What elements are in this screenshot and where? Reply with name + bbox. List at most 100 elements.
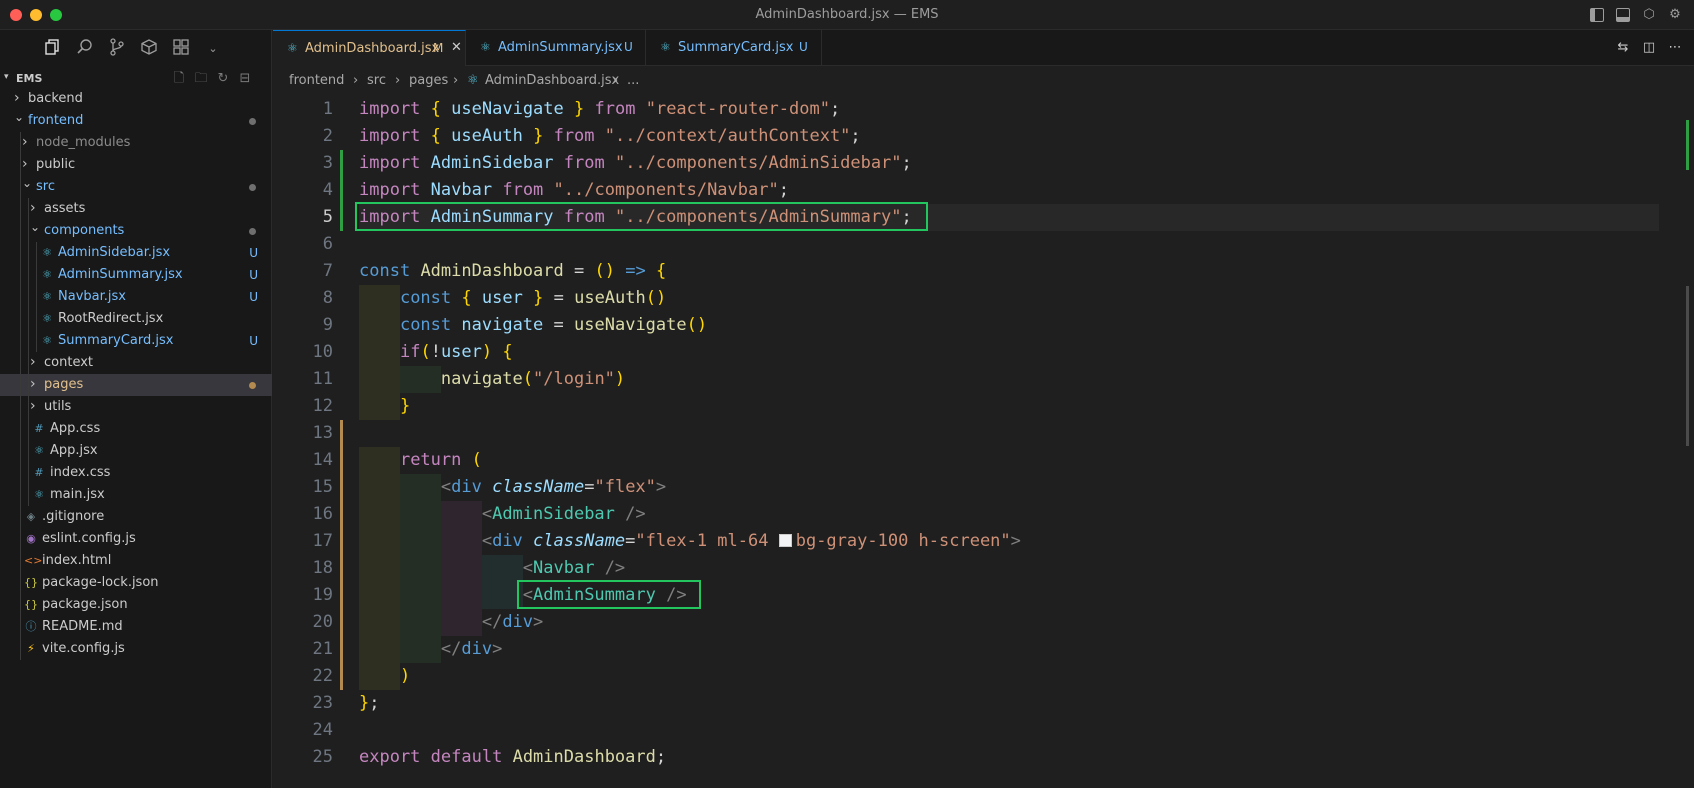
breadcrumb-item[interactable]: AdminDashboard.jsx bbox=[485, 73, 619, 88]
code-line[interactable]: import { useNavigate } from "react-route… bbox=[359, 96, 840, 123]
tree-file[interactable]: ⚛ RootRedirect.jsx bbox=[0, 308, 272, 330]
tree-folder[interactable]: › node_modules bbox=[0, 132, 272, 154]
explorer-root-header[interactable]: ▾ EMS 🗋 🗀 ↻ ⊟ bbox=[0, 68, 272, 90]
git-added-line-marker bbox=[340, 150, 343, 177]
editor-scrollbar[interactable] bbox=[1684, 96, 1694, 788]
breadcrumb-item[interactable]: src bbox=[367, 73, 386, 88]
source-control-icon[interactable] bbox=[106, 38, 128, 60]
tab-admindashboard[interactable]: ⚛ AdminDashboard.jsx M ✕ bbox=[273, 30, 466, 66]
line-number: 10 bbox=[312, 342, 333, 362]
cube-icon[interactable]: ⬡ bbox=[1642, 8, 1656, 22]
tree-file[interactable]: ⚛ main.jsx bbox=[0, 484, 272, 506]
breadcrumb-item[interactable]: pages bbox=[409, 73, 448, 88]
toggle-panel-icon[interactable] bbox=[1616, 8, 1630, 22]
breadcrumb: frontend › src › pages › ⚛ AdminDashboar… bbox=[273, 66, 1694, 96]
compare-changes-icon[interactable]: ⇆ bbox=[1615, 40, 1631, 56]
tree-folder[interactable]: ⌄ frontend bbox=[0, 110, 272, 132]
code-line[interactable]: } bbox=[359, 393, 410, 420]
breadcrumb-item[interactable]: frontend bbox=[289, 73, 344, 88]
collapse-all-icon[interactable]: ⊟ bbox=[236, 70, 254, 88]
tree-folder[interactable]: › pages bbox=[0, 374, 272, 396]
code-line[interactable]: navigate("/login") bbox=[359, 366, 625, 393]
code-line[interactable]: <div className="flex"> bbox=[359, 474, 666, 501]
extensions-icon[interactable] bbox=[170, 38, 192, 60]
code-line[interactable]: return ( bbox=[359, 447, 482, 474]
tree-folder[interactable]: › backend bbox=[0, 88, 272, 110]
code-line[interactable]: import AdminSidebar from "../components/… bbox=[359, 150, 912, 177]
git-modified-line-marker bbox=[340, 663, 343, 690]
tree-folder[interactable]: ⌄ src bbox=[0, 176, 272, 198]
tree-file[interactable]: ⚛ SummaryCard.jsx U bbox=[0, 330, 272, 352]
breadcrumb-item[interactable]: ... bbox=[627, 73, 639, 88]
line-number: 13 bbox=[312, 423, 333, 443]
code-line[interactable]: const navigate = useNavigate() bbox=[359, 312, 707, 339]
extensions-package-icon[interactable] bbox=[138, 38, 160, 60]
tree-folder[interactable]: › public bbox=[0, 154, 272, 176]
tree-file[interactable]: ◉ eslint.config.js bbox=[0, 528, 272, 550]
code-line[interactable]: ) bbox=[359, 663, 410, 690]
new-folder-icon[interactable]: 🗀 bbox=[192, 70, 210, 88]
tree-file[interactable]: # index.css bbox=[0, 462, 272, 484]
code-line[interactable]: import { useAuth } from "../context/auth… bbox=[359, 123, 861, 150]
tree-file[interactable]: <> index.html bbox=[0, 550, 272, 572]
split-editor-icon[interactable]: ◫ bbox=[1641, 40, 1657, 56]
tab-adminsummary[interactable]: ⚛ AdminSummary.jsx U bbox=[466, 30, 646, 66]
code-line[interactable]: </div> bbox=[359, 609, 543, 636]
tree-item-label: AdminSidebar.jsx bbox=[58, 245, 171, 260]
react-icon: ⚛ bbox=[660, 40, 671, 54]
close-icon[interactable]: ✕ bbox=[451, 40, 462, 55]
tree-item-label: node_modules bbox=[36, 135, 131, 150]
indent-guide bbox=[20, 264, 21, 286]
chevron-down-icon[interactable]: ⌄ bbox=[202, 38, 224, 60]
indent-guide bbox=[20, 484, 21, 506]
tree-file[interactable]: ⚛ AdminSummary.jsx U bbox=[0, 264, 272, 286]
code-line[interactable]: }; bbox=[359, 690, 380, 717]
indent-guide bbox=[20, 132, 21, 154]
tree-file[interactable]: {} package-lock.json bbox=[0, 572, 272, 594]
tree-item-label: README.md bbox=[42, 619, 123, 634]
code-line[interactable]: if(!user) { bbox=[359, 339, 513, 366]
tree-file[interactable]: ⚛ Navbar.jsx U bbox=[0, 286, 272, 308]
tree-file[interactable]: ⓘ README.md bbox=[0, 616, 272, 638]
tree-file[interactable]: # App.css bbox=[0, 418, 272, 440]
code-line[interactable]: <div className="flex-1 ml-64 bg-gray-100… bbox=[359, 528, 1021, 555]
tab-summarycard[interactable]: ⚛ SummaryCard.jsx U bbox=[646, 30, 822, 66]
line-number: 3 bbox=[322, 153, 333, 173]
code-line[interactable]: const { user } = useAuth() bbox=[359, 285, 666, 312]
new-file-icon[interactable]: 🗋 bbox=[170, 70, 188, 88]
code-line[interactable]: </div> bbox=[359, 636, 502, 663]
explorer-files-icon[interactable] bbox=[42, 38, 64, 60]
line-number: 23 bbox=[312, 693, 333, 713]
code-line[interactable]: const AdminDashboard = () => { bbox=[359, 258, 666, 285]
tree-file[interactable]: ⚛ AdminSidebar.jsx U bbox=[0, 242, 272, 264]
search-icon[interactable] bbox=[74, 38, 96, 60]
gear-icon[interactable]: ⚙ bbox=[1668, 8, 1682, 22]
git-modified-line-marker bbox=[340, 474, 343, 501]
tree-folder[interactable]: › utils bbox=[0, 396, 272, 418]
indent-guide bbox=[28, 330, 29, 352]
tree-item-label: vite.config.js bbox=[42, 641, 125, 656]
tree-folder[interactable]: › context bbox=[0, 352, 272, 374]
line-number: 18 bbox=[312, 558, 333, 578]
code-line[interactable]: import Navbar from "../components/Navbar… bbox=[359, 177, 789, 204]
line-number: 24 bbox=[312, 720, 333, 740]
tree-folder[interactable]: ⌄ components bbox=[0, 220, 272, 242]
tree-item-label: index.css bbox=[50, 465, 111, 480]
line-number: 21 bbox=[312, 639, 333, 659]
tree-file[interactable]: {} package.json bbox=[0, 594, 272, 616]
tree-file[interactable]: ⚡ vite.config.js bbox=[0, 638, 272, 660]
tree-file[interactable]: ⚛ App.jsx bbox=[0, 440, 272, 462]
tree-item-label: utils bbox=[44, 399, 72, 414]
scrollbar-thumb[interactable] bbox=[1686, 286, 1689, 446]
code-line[interactable]: <Navbar /> bbox=[359, 555, 625, 582]
indent-guide bbox=[20, 220, 21, 242]
tree-file[interactable]: ◈ .gitignore bbox=[0, 506, 272, 528]
code-editor[interactable]: 1 import { useNavigate } from "react-rout… bbox=[273, 96, 1694, 788]
more-actions-icon[interactable]: ⋯ bbox=[1667, 40, 1683, 56]
refresh-icon[interactable]: ↻ bbox=[214, 70, 232, 88]
indent-guide bbox=[28, 440, 29, 462]
code-line[interactable]: <AdminSidebar /> bbox=[359, 501, 646, 528]
indent-guide bbox=[20, 550, 21, 572]
toggle-primary-sidebar-icon[interactable] bbox=[1590, 8, 1604, 22]
code-line[interactable]: export default AdminDashboard; bbox=[359, 744, 666, 771]
